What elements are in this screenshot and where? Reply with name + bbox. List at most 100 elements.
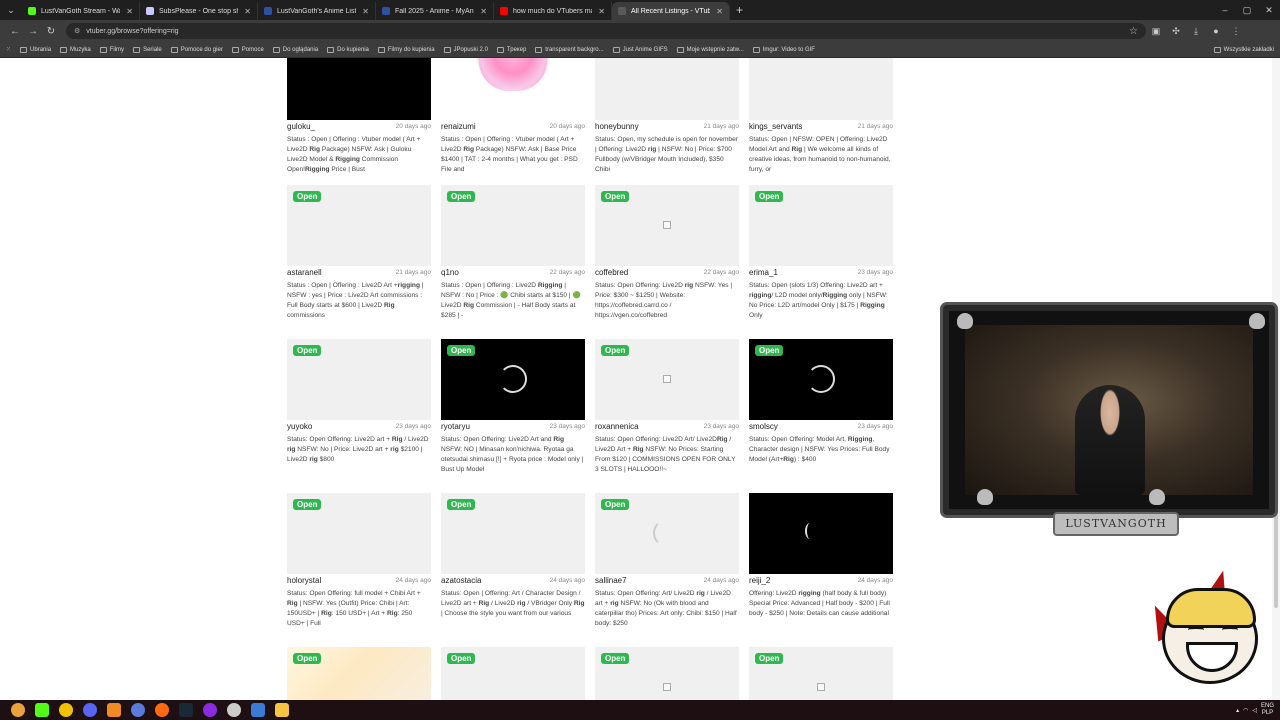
puzzle-icon[interactable]: ✣ (1166, 26, 1186, 37)
close-tab-icon[interactable]: ✕ (120, 7, 133, 16)
artist-name[interactable]: reiji_2 (749, 576, 770, 585)
norton-icon[interactable] (59, 703, 73, 717)
artist-name[interactable]: ryotaryu (441, 422, 470, 431)
browser-tab[interactable]: Fall 2025 - Anime - MyAnimeLi✕ (376, 2, 494, 20)
chrome-icon[interactable] (11, 703, 25, 717)
artist-name[interactable]: honeybunny (595, 122, 639, 131)
extension-icon[interactable]: ▣ (1146, 26, 1166, 37)
browser-icon[interactable] (131, 703, 145, 717)
vlc-icon[interactable] (107, 703, 121, 717)
steam-icon[interactable] (179, 703, 193, 717)
maximize-icon[interactable]: ▢ (1236, 5, 1258, 16)
bookmark-item[interactable]: Pomoce (231, 46, 264, 53)
obs-icon[interactable] (227, 703, 241, 717)
listing-thumbnail[interactable]: Open (749, 339, 893, 420)
bookmark-item[interactable]: Filmy do kupienia (377, 46, 435, 53)
download-icon[interactable]: ⤓ (1186, 26, 1206, 37)
listing-thumbnail[interactable]: Open (749, 647, 893, 700)
listing-thumbnail[interactable]: Open (595, 185, 739, 266)
listing-thumbnail[interactable]: Open (287, 647, 431, 700)
listing-thumbnail[interactable]: Open (749, 185, 893, 266)
artist-name[interactable]: holorystal (287, 576, 321, 585)
artist-name[interactable]: erima_1 (749, 268, 778, 277)
app-icon[interactable] (203, 703, 217, 717)
listing-thumbnail[interactable]: Open (287, 185, 431, 266)
discord-icon[interactable] (83, 703, 97, 717)
close-tab-icon[interactable]: ✕ (710, 7, 723, 16)
artist-name[interactable]: sallinae7 (595, 576, 627, 585)
browser-tab[interactable]: All Recent Listings - VTuber M✕ (612, 2, 730, 20)
artist-name[interactable]: roxannenica (595, 422, 639, 431)
artist-name[interactable]: guloku_ (287, 122, 315, 131)
listing-thumbnail[interactable]: Open (287, 339, 431, 420)
site-info-icon[interactable]: ⚙ (74, 27, 80, 35)
listing-thumbnail[interactable]: Open (441, 647, 585, 700)
language-indicator[interactable]: ENG PLP (1261, 703, 1274, 717)
artist-name[interactable]: smolscy (749, 422, 778, 431)
folder-icon[interactable] (275, 703, 289, 717)
bookmark-item[interactable]: Imgur: Video to GIF (752, 46, 815, 53)
artist-name[interactable]: astaranell (287, 268, 322, 277)
menu-icon[interactable]: ⋮ (1226, 26, 1246, 37)
bookmark-item[interactable]: Just Anime GIFS (612, 46, 668, 53)
description-text: Package) NSFW: Ask | Base (473, 146, 560, 153)
artist-name[interactable]: renaizumi (441, 122, 476, 131)
reload-icon[interactable]: ↻ (42, 26, 60, 37)
listing-thumbnail[interactable] (749, 493, 893, 574)
browser-tab[interactable]: SubsPlease - One stop shop fo✕ (140, 2, 258, 20)
close-window-icon[interactable]: ✕ (1258, 5, 1280, 16)
listing-thumbnail[interactable]: Open (287, 493, 431, 574)
bookmark-item[interactable]: Do kupienia (327, 46, 369, 53)
bookmark-item[interactable]: Pomoce do gier (170, 46, 223, 53)
bookmark-item[interactable]: Seriale (133, 46, 162, 53)
settings-icon[interactable] (251, 703, 265, 717)
back-icon[interactable]: ← (6, 26, 24, 37)
listing-thumbnail[interactable]: Open (595, 493, 739, 574)
minimize-icon[interactable]: – (1214, 5, 1236, 16)
bookmark-item[interactable]: JPopuski 2.0 (443, 46, 488, 53)
all-bookmarks[interactable]: Wszystkie zakładki (1213, 46, 1274, 53)
artist-name[interactable]: q1no (441, 268, 459, 277)
wifi-icon[interactable]: ◠ (1243, 707, 1248, 714)
bookmark-star-icon[interactable]: ☆ (1129, 26, 1138, 37)
bookmark-item[interactable]: Filmy (99, 46, 124, 53)
close-tab-icon[interactable]: ✕ (356, 7, 369, 16)
artist-name[interactable]: azatostacia (441, 576, 481, 585)
tray-icon[interactable]: ▴ (1236, 707, 1239, 714)
bookmark-item[interactable]: Ubrania (20, 46, 51, 53)
artist-name[interactable]: kings_servants (749, 122, 802, 131)
listing-thumbnail[interactable]: Open (441, 339, 585, 420)
browser-tab[interactable]: LustVanGoth's Anime List - My✕ (258, 2, 376, 20)
description-text: / (525, 600, 530, 607)
profile-avatar[interactable]: ● (1206, 26, 1226, 36)
bookmark-item[interactable]: Muzyka (60, 46, 91, 53)
apps-icon[interactable]: ⁙ (6, 46, 11, 53)
address-bar[interactable]: ⚙ vtuber.gg/browse?offering=rig ☆ (66, 23, 1146, 39)
folder-icon (535, 46, 543, 53)
forward-icon[interactable]: → (24, 26, 42, 37)
tab-search-icon[interactable]: ⌄ (4, 3, 18, 17)
close-tab-icon[interactable]: ✕ (474, 7, 487, 16)
kick-icon[interactable] (35, 703, 49, 717)
bookmark-item[interactable]: Трекер (496, 46, 526, 53)
bookmark-item[interactable]: Do oglądania (272, 46, 318, 53)
listing-thumbnail[interactable]: Open (441, 493, 585, 574)
close-tab-icon[interactable]: ✕ (592, 7, 605, 16)
browser-tab[interactable]: how much do VTubers make?✕ (494, 2, 612, 20)
listing-thumbnail[interactable] (287, 58, 431, 120)
listing-thumbnail[interactable]: Open (595, 339, 739, 420)
listing-thumbnail[interactable] (441, 58, 585, 120)
new-tab-button[interactable]: + (736, 3, 743, 17)
volume-icon[interactable]: ◁ (1252, 707, 1257, 714)
firefox-icon[interactable] (155, 703, 169, 717)
artist-name[interactable]: coffebred (595, 268, 628, 277)
artist-name[interactable]: yuyoko (287, 422, 312, 431)
bookmark-item[interactable]: transparent backgro... (535, 46, 604, 53)
listing-thumbnail[interactable] (595, 58, 739, 120)
browser-tab[interactable]: LustVanGoth Stream - Watch Li✕ (22, 2, 140, 20)
bookmark-item[interactable]: Moje wstępnie zatw... (676, 46, 744, 53)
listing-thumbnail[interactable] (749, 58, 893, 120)
listing-thumbnail[interactable]: Open (595, 647, 739, 700)
listing-thumbnail[interactable]: Open (441, 185, 585, 266)
close-tab-icon[interactable]: ✕ (238, 7, 251, 16)
